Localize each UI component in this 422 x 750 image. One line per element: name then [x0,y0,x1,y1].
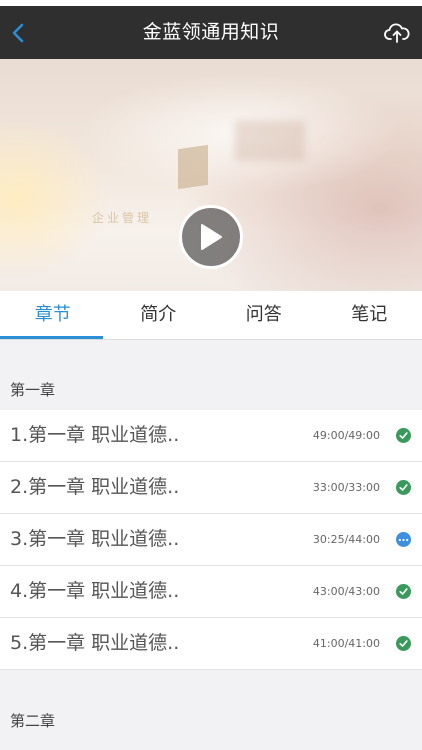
lesson-progress-time: 43:00/43:00 [312,585,380,598]
back-button[interactable] [0,6,36,59]
lesson-row[interactable]: 2.第一章 职业道德.. 33:00/33:00 [0,462,422,514]
page-title: 金蓝领通用知识 [142,21,280,43]
lesson-progress-time: 41:00/41:00 [312,637,380,650]
upload-button[interactable] [372,6,422,59]
lesson-title: 4.第一章 职业道德.. [10,580,180,602]
play-button[interactable] [179,205,243,269]
lesson-row[interactable]: 5.第一章 职业道德.. 41:00/41:00 [0,618,422,670]
lesson-title: 2.第一章 职业道德.. [10,476,180,498]
tab-notes[interactable]: 笔记 [317,291,422,338]
lesson-list: 1.第一章 职业道德.. 49:00/49:00 2.第一章 职业道德.. 33… [0,410,422,670]
tab-divider [0,339,422,340]
lesson-row[interactable]: 3.第一章 职业道德.. 30:25/44:00 [0,514,422,566]
completed-check-icon [396,584,411,599]
video-thumbnail-shape [178,144,208,190]
video-overlay-text: 企业管理 [92,211,153,225]
completed-check-icon [396,636,411,651]
lesson-title: 3.第一章 职业道德.. [10,528,180,550]
play-icon [201,224,222,250]
chapter-header-1: 第一章 [10,381,56,399]
in-progress-dots-icon [396,532,411,547]
cloud-upload-icon [384,22,410,43]
tab-intro[interactable]: 简介 [106,291,212,338]
chapter-header-2: 第二章 [10,712,56,730]
lesson-progress-time: 30:25/44:00 [312,533,380,546]
lesson-row[interactable]: 4.第一章 职业道德.. 43:00/43:00 [0,566,422,618]
video-thumbnail-glow [235,121,305,161]
completed-check-icon [396,480,411,495]
tab-bar: 章节 简介 问答 笔记 [0,291,422,340]
chevron-left-icon [12,23,24,42]
lesson-row[interactable]: 1.第一章 职业道德.. 49:00/49:00 [0,410,422,462]
tab-qa[interactable]: 问答 [211,291,317,338]
lesson-progress-time: 33:00/33:00 [312,481,380,494]
tab-chapters[interactable]: 章节 [0,291,106,338]
lesson-title: 1.第一章 职业道德.. [10,424,180,446]
video-player[interactable]: 企业管理 [0,59,422,291]
top-navigation-bar: 金蓝领通用知识 [0,6,422,59]
lesson-title: 5.第一章 职业道德.. [10,632,180,654]
lesson-progress-time: 49:00/49:00 [312,429,380,442]
completed-check-icon [396,428,411,443]
